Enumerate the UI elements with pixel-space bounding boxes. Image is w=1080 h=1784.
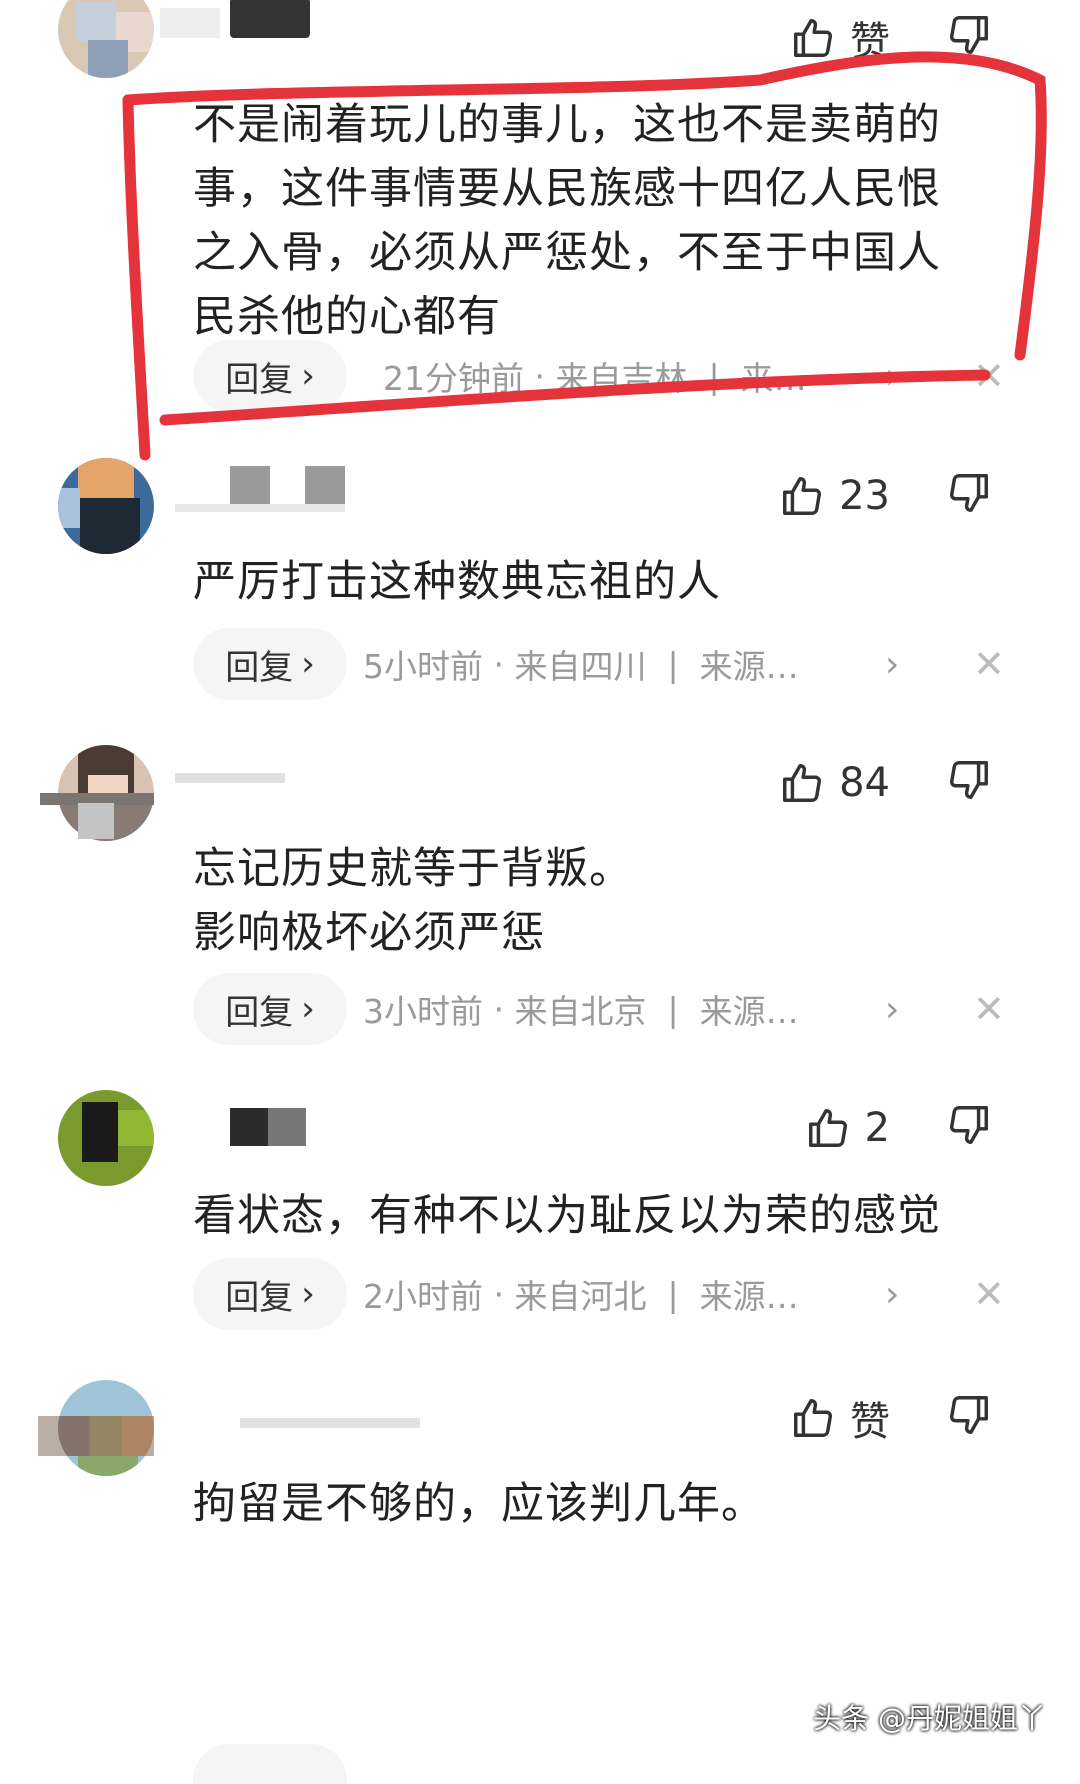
thumbs-up-icon	[783, 764, 822, 802]
watermark: 头条 @丹妮姐姐丫	[813, 1702, 1046, 1735]
like-count: 84	[839, 760, 890, 806]
like-count: 2	[864, 1105, 890, 1151]
close-icon[interactable]: ✕	[973, 973, 1005, 1045]
meta-separator: ·	[493, 1274, 505, 1314]
comment-source: 来源…	[699, 992, 799, 1031]
comment-text: 看状态，有种不以为耻反以为荣的感觉	[193, 1191, 941, 1241]
username-blurred[interactable]	[175, 753, 285, 793]
chevron-right-icon: ›	[301, 644, 315, 684]
avatar[interactable]	[58, 1090, 154, 1186]
reply-button[interactable]	[193, 1744, 347, 1784]
like-button[interactable]: 赞	[790, 1390, 890, 1446]
comment-text: 不是闹着玩儿的事儿，这也不是卖萌的 事，这件事情要从民族感十四亿人民恨 之入骨，…	[193, 100, 941, 342]
username-blurred[interactable]	[230, 1108, 310, 1148]
like-button[interactable]: 23	[779, 468, 890, 524]
comment-time: 2小时前	[363, 1277, 483, 1316]
reply-label: 回复	[225, 647, 294, 688]
comment-text: 严厉打击这种数典忘祖的人	[193, 557, 721, 607]
close-icon[interactable]: ✕	[973, 340, 1005, 412]
like-button[interactable]: 赞	[790, 10, 890, 66]
meta-separator: ·	[493, 644, 505, 684]
thumbs-down-icon[interactable]	[946, 470, 992, 516]
reply-label: 回复	[225, 992, 294, 1033]
comment-source: 来…	[740, 359, 807, 398]
thumbs-down-icon[interactable]	[946, 1392, 992, 1438]
meta-divider: |	[667, 644, 679, 684]
comment-text: 拘留是不够的，应该判几年。	[193, 1479, 765, 1529]
like-count: 23	[839, 473, 890, 519]
username-blurred[interactable]	[160, 0, 310, 48]
avatar[interactable]	[58, 0, 154, 78]
close-icon[interactable]: ✕	[973, 628, 1005, 700]
chevron-right-icon[interactable]: ›	[885, 340, 899, 412]
comment-location: 来自北京	[514, 992, 647, 1031]
like-count: 赞	[850, 1399, 890, 1445]
thumbs-up-icon	[808, 1109, 847, 1147]
comment-location: 来自吉林	[555, 359, 688, 398]
comment-location: 来自河北	[514, 1277, 647, 1316]
chevron-right-icon[interactable]: ›	[885, 628, 899, 700]
chevron-right-icon: ›	[301, 356, 315, 396]
like-count: 赞	[850, 19, 890, 65]
chevron-right-icon[interactable]: ›	[885, 973, 899, 1045]
meta-divider: |	[708, 356, 720, 396]
thumbs-up-icon	[794, 19, 832, 57]
thumbs-down-icon[interactable]	[946, 757, 992, 803]
avatar-mosaic	[38, 1416, 154, 1456]
comment-meta: 21分钟前 · 来自吉林 | 来…	[383, 340, 807, 412]
comment-meta: 2小时前 · 来自河北 | 来源…	[363, 1258, 799, 1330]
reply-label: 回复	[225, 1277, 294, 1318]
chevron-right-icon[interactable]: ›	[885, 1258, 899, 1330]
reply-button[interactable]: 回复 ›	[193, 340, 347, 412]
comment-meta: 5小时前 · 来自四川 | 来源…	[363, 628, 799, 700]
meta-separator: ·	[493, 989, 505, 1029]
comment-time: 3小时前	[363, 992, 483, 1031]
comment-location: 来自四川	[514, 647, 647, 686]
avatar-mosaic	[78, 803, 114, 839]
username-blurred[interactable]	[240, 1388, 420, 1428]
like-button[interactable]: 2	[805, 1100, 890, 1156]
meta-divider: |	[667, 989, 679, 1029]
thumbs-up-icon	[794, 1399, 832, 1437]
comment-text: 忘记历史就等于背叛。 影响极坏必须严惩	[193, 844, 633, 958]
comment-time: 5小时前	[363, 647, 483, 686]
thumbs-down-icon[interactable]	[946, 1102, 992, 1148]
comment-source: 来源…	[699, 1277, 799, 1316]
like-button[interactable]: 84	[779, 755, 890, 811]
close-icon[interactable]: ✕	[973, 1258, 1005, 1330]
reply-button[interactable]: 回复 ›	[193, 1258, 347, 1330]
reply-label: 回复	[225, 359, 294, 400]
username-blurred[interactable]	[175, 466, 350, 512]
meta-separator: ·	[534, 356, 546, 396]
reply-button[interactable]: 回复 ›	[193, 973, 347, 1045]
avatar[interactable]	[58, 458, 154, 554]
chevron-right-icon: ›	[301, 989, 315, 1029]
meta-divider: |	[667, 1274, 679, 1314]
reply-button[interactable]: 回复 ›	[193, 628, 347, 700]
comment-time: 21分钟前	[383, 359, 524, 398]
thumbs-up-icon	[783, 477, 822, 515]
thumbs-down-icon[interactable]	[946, 12, 992, 58]
comment-source: 来源…	[699, 647, 799, 686]
comment-meta: 3小时前 · 来自北京 | 来源…	[363, 973, 799, 1045]
chevron-right-icon: ›	[301, 1274, 315, 1314]
